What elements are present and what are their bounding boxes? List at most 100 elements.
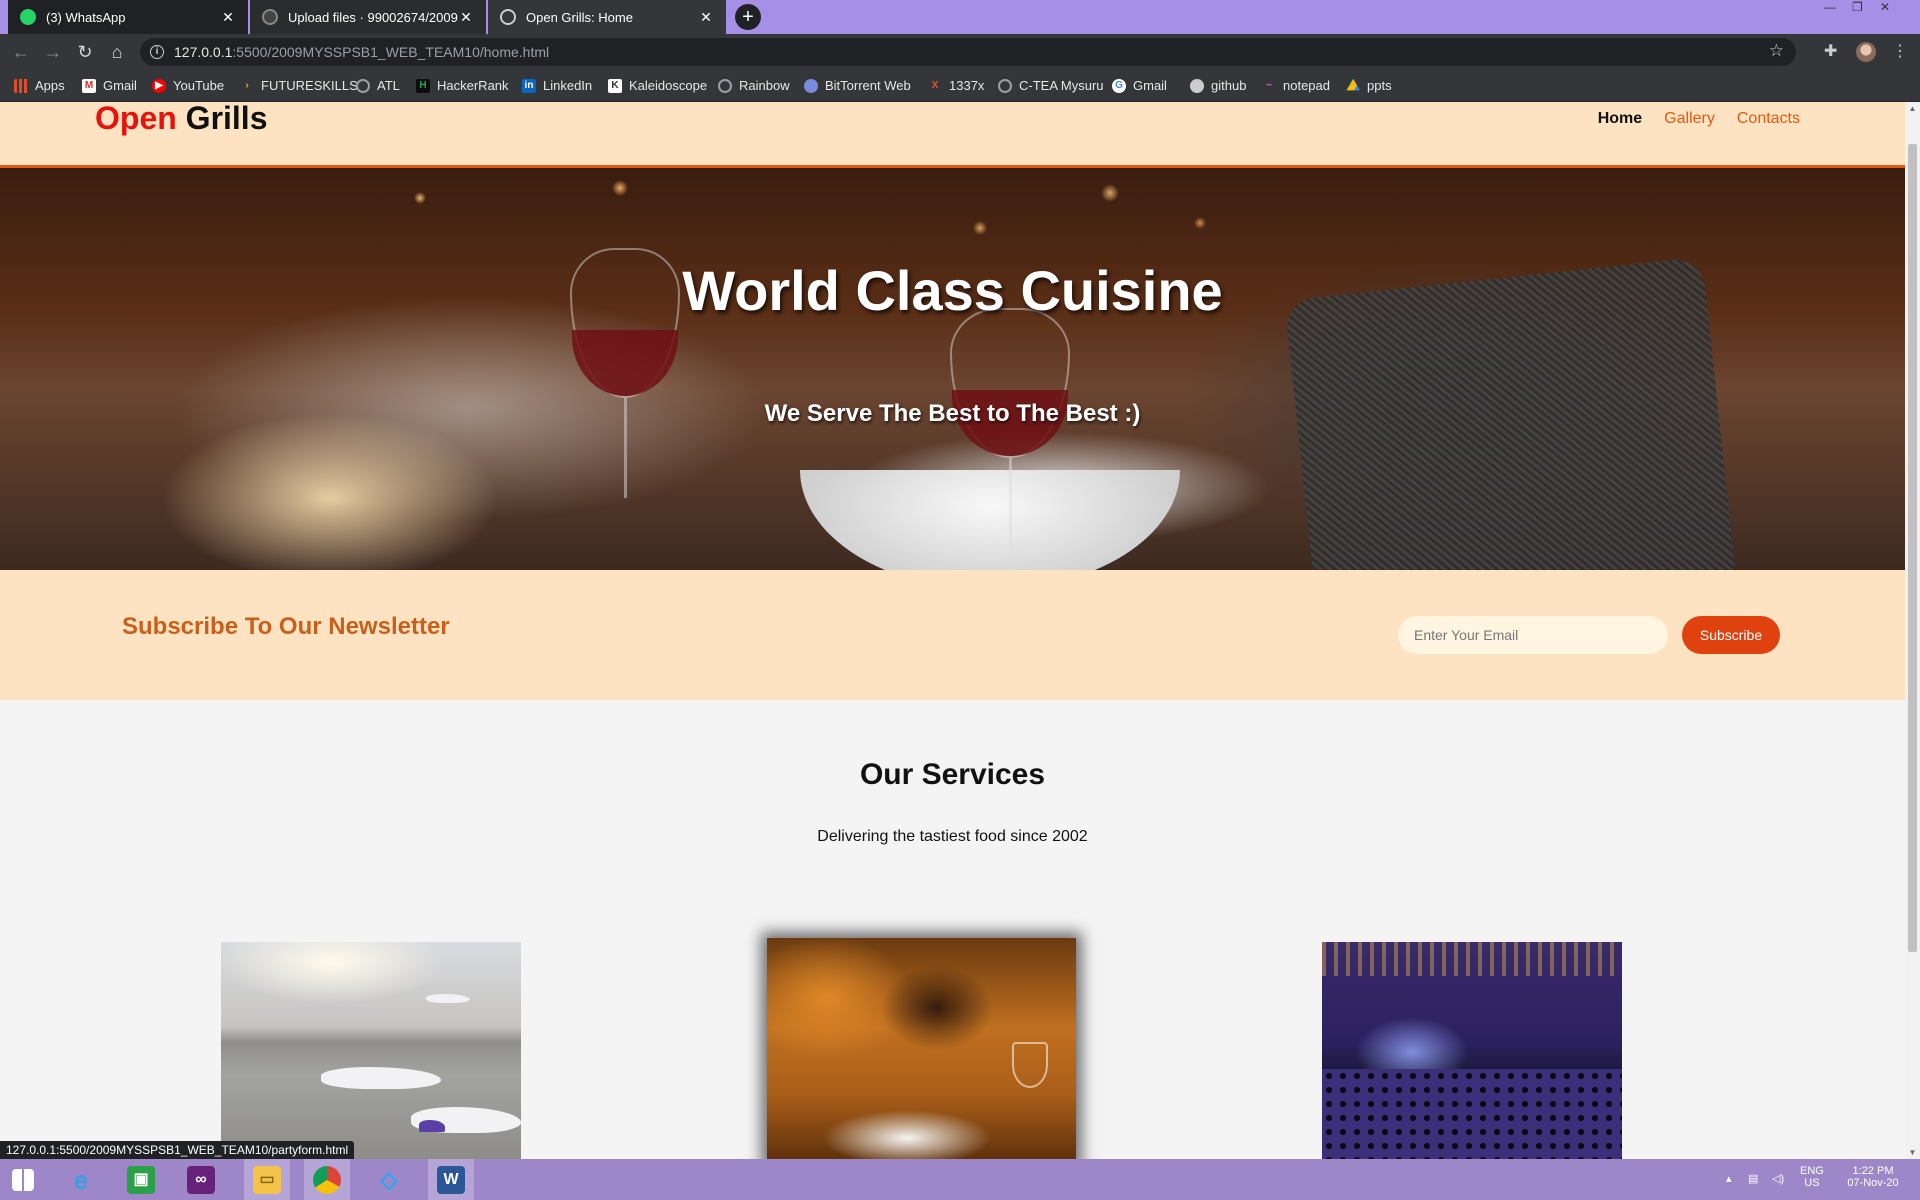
main-nav: Home Gallery Contacts <box>1598 110 1800 128</box>
chrome-icon[interactable] <box>304 1159 350 1200</box>
minimize-icon[interactable]: — <box>1824 0 1836 20</box>
forward-arrow-icon[interactable]: → <box>42 41 64 63</box>
tab-close-icon[interactable]: ✕ <box>458 9 474 26</box>
newsletter-title: Subscribe To Our Newsletter <box>122 613 450 640</box>
bookmark-notepad[interactable]: ~ notepad <box>1262 78 1330 93</box>
bookmark-label: C-TEA Mysuru <box>1019 78 1104 93</box>
volume-icon[interactable]: ◁) <box>1772 1159 1784 1200</box>
wine-glass-shape <box>1012 1042 1048 1088</box>
bookmark-youtube[interactable]: ▶ YouTube <box>152 78 224 93</box>
bookmarks-bar: Apps M Gmail ▶ YouTube › FUTURESKILLS ATL H… <box>0 70 1920 102</box>
nav-gallery[interactable]: Gallery <box>1664 110 1715 128</box>
scrollbar-thumb[interactable] <box>1908 144 1917 952</box>
globe-icon <box>998 78 1012 93</box>
browser-toolbar: ← → ↻ ⌂ i 127.0.0.1:5500/2009MYSSPSB1_WE… <box>0 34 1920 70</box>
bookmark-label: 1337x <box>949 78 985 93</box>
bookmark-bittorrent[interactable]: BitTorrent Web <box>804 78 911 93</box>
bookmark-atl[interactable]: ATL <box>356 78 400 93</box>
airplane-shape <box>426 994 470 1003</box>
bookmark-gmail[interactable]: M Gmail <box>82 78 137 93</box>
site-info-icon[interactable]: i <box>150 45 164 59</box>
bookmark-label: Gmail <box>1133 78 1167 93</box>
bookmark-rainbow[interactable]: Rainbow <box>718 78 790 93</box>
clock-date: 07-Nov-20 <box>1847 1177 1899 1189</box>
tab-close-icon[interactable]: ✕ <box>220 9 236 26</box>
clock-time: 1:22 PM <box>1852 1165 1894 1177</box>
site-header: Open Grills Home Gallery Contacts <box>0 102 1905 168</box>
extensions-puzzle-icon[interactable]: ✚ <box>1824 41 1837 61</box>
tab-open-grills[interactable]: Open Grills: Home ✕ <box>488 0 726 34</box>
hero-banner: World Class Cuisine We Serve The Best to… <box>0 168 1905 570</box>
reload-icon[interactable]: ↻ <box>74 41 96 63</box>
region-code: US <box>1804 1177 1820 1189</box>
close-window-icon[interactable]: ✕ <box>1880 0 1890 20</box>
subscribe-button[interactable]: Subscribe <box>1682 616 1780 654</box>
store-icon[interactable]: ▣ <box>118 1159 164 1200</box>
word-icon[interactable]: W <box>428 1159 474 1200</box>
system-clock[interactable]: 1:22 PM 07-Nov-20 <box>1838 1165 1908 1200</box>
bookmark-futureskills[interactable]: › FUTURESKILLS <box>240 78 357 93</box>
bookmark-ppts[interactable]: ppts <box>1346 78 1392 93</box>
language-code: ENG <box>1800 1165 1824 1177</box>
audience-crowd-graphic <box>1322 1069 1622 1159</box>
airplane-tail-shape <box>419 1120 445 1132</box>
email-input[interactable] <box>1398 616 1668 654</box>
back-arrow-icon[interactable]: ← <box>10 41 32 63</box>
tab-close-icon[interactable]: ✕ <box>698 9 714 26</box>
service-image-dinner[interactable] <box>767 938 1076 1159</box>
bookmark-gmail-2[interactable]: G Gmail <box>1112 78 1167 93</box>
bookmark-star-icon[interactable]: ☆ <box>1769 41 1784 61</box>
hero-wine-glass-right <box>950 308 1070 458</box>
windows-taskbar: e ▣ ∞ ▭ ◇ W ▴ ▤ ◁) ENG US 1:22 PM 07-Nov… <box>0 1159 1920 1200</box>
address-bar[interactable]: i 127.0.0.1:5500/2009MYSSPSB1_WEB_TEAM10… <box>140 38 1796 66</box>
kaleidoscope-icon: K <box>608 78 622 93</box>
hero-bowl-graphic <box>800 470 1180 570</box>
youtube-icon: ▶ <box>152 78 166 93</box>
nav-contacts[interactable]: Contacts <box>1737 110 1800 128</box>
bookmark-apps[interactable]: Apps <box>14 78 65 93</box>
bookmark-kaleidoscope[interactable]: K Kaleidoscope <box>608 78 707 93</box>
nav-home[interactable]: Home <box>1598 110 1642 128</box>
logo-word-grills: Grills <box>185 102 268 136</box>
globe-icon <box>500 9 516 25</box>
bookmark-label: Apps <box>35 78 65 93</box>
internet-explorer-icon[interactable]: e <box>58 1159 104 1200</box>
logo-word-open: Open <box>95 102 177 136</box>
tab-whatsapp[interactable]: (3) WhatsApp ✕ <box>8 0 248 34</box>
services-subtitle: Delivering the tastiest food since 2002 <box>817 828 1088 845</box>
menu-kebab-icon[interactable]: ⋮ <box>1892 41 1908 61</box>
scroll-up-arrow-icon[interactable]: ▲ <box>1908 104 1917 113</box>
network-icon[interactable]: ▤ <box>1748 1159 1758 1200</box>
visual-studio-icon[interactable]: ∞ <box>178 1159 224 1200</box>
bookmark-1337x[interactable]: X 1337x <box>928 78 985 93</box>
scroll-down-arrow-icon[interactable]: ▼ <box>1908 1148 1917 1157</box>
bookmark-hackerrank[interactable]: H HackerRank <box>416 78 509 93</box>
hero-glass-stem <box>1009 458 1012 570</box>
site-logo[interactable]: Open Grills <box>95 102 267 137</box>
show-hidden-icons-icon[interactable]: ▴ <box>1726 1159 1732 1200</box>
service-image-conference[interactable] <box>1322 942 1622 1159</box>
vscode-icon[interactable]: ◇ <box>366 1159 412 1200</box>
profile-avatar[interactable] <box>1856 42 1876 62</box>
bookmark-linkedin[interactable]: in LinkedIn <box>522 78 592 93</box>
new-tab-button[interactable]: + <box>735 4 761 30</box>
bookmark-label: HackerRank <box>437 78 509 93</box>
bookmark-label: notepad <box>1283 78 1330 93</box>
tab-github-upload[interactable]: Upload files · 99002674/2009MYSSPSB1_WEB… <box>250 0 486 34</box>
url-host: 127.0.0.1 <box>174 44 233 60</box>
page-scrollbar[interactable]: ▲ ▼ <box>1905 102 1920 1159</box>
home-icon[interactable]: ⌂ <box>106 41 128 63</box>
windows-start-icon[interactable] <box>0 1159 46 1200</box>
bookmark-github[interactable]: github <box>1190 78 1246 93</box>
notepad-icon: ~ <box>1266 79 1272 91</box>
restore-icon[interactable]: ❐ <box>1852 0 1863 20</box>
file-explorer-icon[interactable]: ▭ <box>244 1159 290 1200</box>
service-image-airport[interactable] <box>221 942 521 1159</box>
page-viewport: Open Grills Home Gallery Contacts World … <box>0 102 1905 1159</box>
address-url[interactable]: 127.0.0.1:5500/2009MYSSPSB1_WEB_TEAM10/h… <box>174 44 549 60</box>
language-indicator[interactable]: ENG US <box>1800 1165 1824 1200</box>
bookmark-ctea-mysuru[interactable]: C-TEA Mysuru <box>998 78 1104 93</box>
github-icon <box>1190 78 1204 93</box>
linkedin-icon: in <box>522 78 536 93</box>
bookmark-label: ATL <box>377 78 400 93</box>
